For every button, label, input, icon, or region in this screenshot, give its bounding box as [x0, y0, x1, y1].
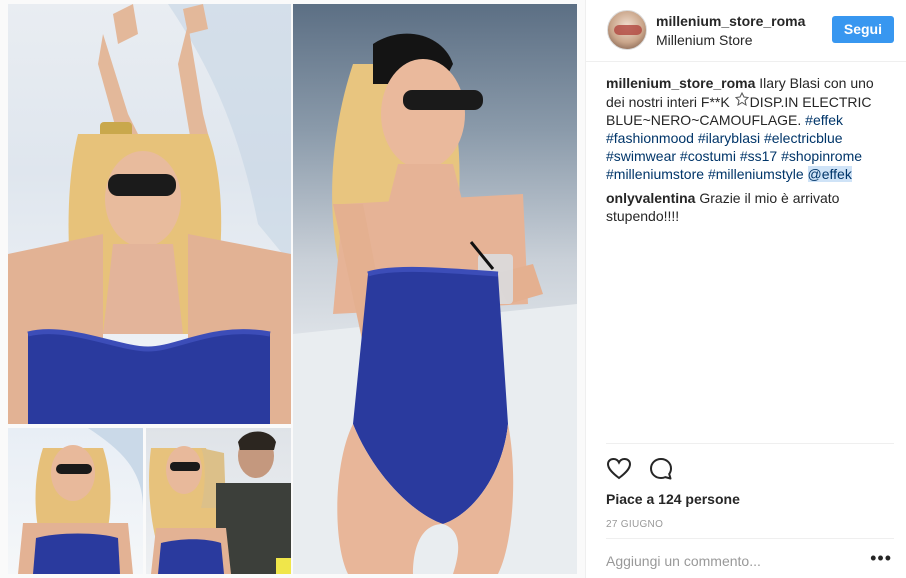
mention-link[interactable]: @effek [807, 166, 852, 182]
hashtag-link[interactable]: #shopinrome [781, 148, 862, 164]
likes-count[interactable]: Piace a 124 persone [606, 490, 894, 508]
comment-input[interactable] [606, 547, 856, 575]
hashtag-link[interactable]: #milleniumstore [606, 166, 704, 182]
follow-button[interactable]: Segui [831, 16, 894, 43]
user-comment: onlyvalentina Grazie il mio è arrivato s… [606, 189, 896, 225]
collage-photo-bottom-center [146, 428, 291, 574]
collage-photo-top-left [8, 4, 291, 424]
hashtag-link[interactable]: #effek [805, 112, 843, 128]
caption-comment: millenium_store_roma Ilary Blasi con uno… [606, 74, 896, 183]
more-options-icon[interactable]: ••• [870, 549, 892, 567]
hashtag-link[interactable]: #milleniumstyle [708, 166, 804, 182]
action-icons-row [606, 444, 894, 492]
collage-photo-right [293, 4, 577, 574]
comment-username-link[interactable]: onlyvalentina [606, 190, 695, 206]
collage-photo-bottom-left [8, 428, 143, 574]
hashtag-link[interactable]: #ss17 [740, 148, 777, 164]
top-badge-icon [734, 91, 749, 109]
hashtag-link[interactable]: #fashionmood [606, 130, 694, 146]
post-actions: Piace a 124 persone 27 GIUGNO [606, 443, 894, 530]
header-username-link[interactable]: millenium_store_roma [656, 12, 805, 30]
hashtag-link[interactable]: #electricblue [764, 130, 843, 146]
woman-holding-drink-photo [293, 33, 577, 574]
heart-icon[interactable] [606, 456, 632, 482]
woman-arms-raised-photo [8, 4, 291, 424]
caption-username-link[interactable]: millenium_store_roma [606, 75, 755, 91]
post-header: millenium_store_roma Millenium Store Seg… [586, 0, 906, 62]
photo-collage [0, 0, 585, 578]
comments-list: millenium_store_roma Ilary Blasi con uno… [606, 74, 896, 231]
user-info: millenium_store_roma Millenium Store [656, 12, 805, 49]
avatar[interactable] [607, 10, 647, 50]
comment-bubble-icon[interactable] [648, 456, 674, 482]
couple-photo [149, 431, 291, 574]
hashtag-link[interactable]: #costumi [680, 148, 736, 164]
add-comment-section: ••• [606, 538, 894, 578]
woman-sunglasses-photo [18, 428, 143, 574]
header-full-name: Millenium Store [656, 32, 753, 48]
post-image[interactable] [0, 0, 585, 578]
post-sidebar: millenium_store_roma Millenium Store Seg… [585, 0, 906, 578]
hashtag-link[interactable]: #ilaryblasi [698, 130, 760, 146]
post-date[interactable]: 27 GIUGNO [606, 519, 894, 530]
hashtag-link[interactable]: #swimwear [606, 148, 676, 164]
